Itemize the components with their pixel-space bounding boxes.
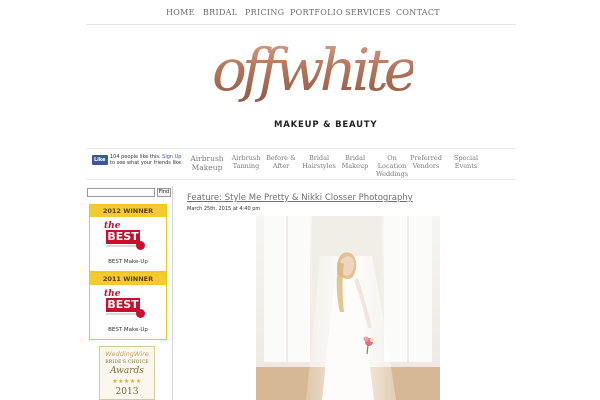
nav-pricing[interactable]: PRICING — [245, 8, 284, 17]
facebook-like-text: 104 people like this. Sign Up to see wha… — [110, 154, 188, 166]
site-logo[interactable]: offwhite MAKEUP & BEAUTY — [210, 36, 418, 138]
category-airbrush-tanning[interactable]: Airbrush Tanning — [230, 154, 262, 170]
facebook-like-rest: to see what your friends like. — [110, 160, 183, 166]
category-before-after[interactable]: Before & After — [266, 154, 296, 170]
weddingwire-awards: Awards — [110, 366, 144, 376]
nav-contact[interactable]: CONTACT — [396, 8, 440, 17]
category-navigation: Like 104 people like this. Sign Up to se… — [86, 148, 516, 180]
best-of-rule — [106, 245, 140, 247]
category-bridal-hairstyles[interactable]: Bridal Hairstyles — [301, 154, 337, 170]
category-bridal-makeup[interactable]: Bridal Makeup — [341, 154, 369, 170]
best-of-logo: the BEST — [104, 289, 152, 323]
best-of-logo: the BEST — [104, 221, 152, 255]
weddingwire-badge[interactable]: WeddingWire BRIDE'S CHOICE Awards ★★★★★ … — [99, 346, 155, 400]
best-of-rule — [106, 313, 140, 315]
category-airbrush-makeup[interactable]: Airbrush Makeup — [190, 154, 224, 172]
best-of-best-text: BEST — [106, 298, 140, 312]
nav-services[interactable]: SERVICES — [345, 8, 391, 17]
weddingwire-brand: WeddingWire — [105, 350, 149, 358]
award-2012[interactable]: 2012 WINNER the BEST BEST Make-Up — [89, 204, 167, 272]
logo-script: offwhite — [212, 30, 418, 110]
badge-icon — [136, 241, 145, 250]
category-on-location-weddings[interactable]: On Location Weddings — [374, 154, 410, 178]
award-2011[interactable]: 2011 WINNER the BEST BEST Make-Up — [89, 272, 167, 340]
bride-photo-illustration — [256, 216, 440, 400]
sidebar: Find 2012 WINNER the BEST BEST Make-Up 2… — [86, 186, 173, 400]
badge-icon — [136, 309, 145, 318]
nav-home[interactable]: HOME — [166, 8, 195, 17]
search-button[interactable]: Find — [157, 188, 171, 197]
award-caption: BEST Make-Up — [108, 259, 148, 265]
post-photo[interactable] — [256, 216, 440, 400]
weddingwire-year: 2013 — [115, 387, 139, 397]
best-of-best-text: BEST — [106, 230, 140, 244]
search-input[interactable] — [87, 188, 155, 197]
logo-subtitle: MAKEUP & BEAUTY — [274, 120, 378, 130]
facebook-like-widget: Like 104 people like this. Sign Up to se… — [92, 154, 184, 174]
award-caption: BEST Make-Up — [108, 327, 148, 333]
top-navigation: HOME BRIDAL PRICING PORTFOLIO SERVICES C… — [86, 0, 516, 25]
category-preferred-vendors[interactable]: Preferred Vendors — [409, 154, 443, 170]
award-header: 2011 WINNER — [90, 273, 166, 285]
nav-bridal[interactable]: BRIDAL — [203, 8, 237, 17]
category-special-events[interactable]: Special Events — [450, 154, 482, 170]
nav-portfolio[interactable]: PORTFOLIO — [290, 8, 343, 17]
star-icons: ★★★★★ — [112, 378, 142, 385]
facebook-like-button[interactable]: Like — [92, 155, 108, 165]
post-title-link[interactable]: Feature: Style Me Pretty & Nikki Closser… — [187, 193, 413, 203]
post-date: March 25th, 2015 at 4:40 pm — [187, 206, 261, 212]
weddingwire-line: BRIDE'S CHOICE — [105, 360, 149, 365]
award-header: 2012 WINNER — [90, 205, 166, 217]
